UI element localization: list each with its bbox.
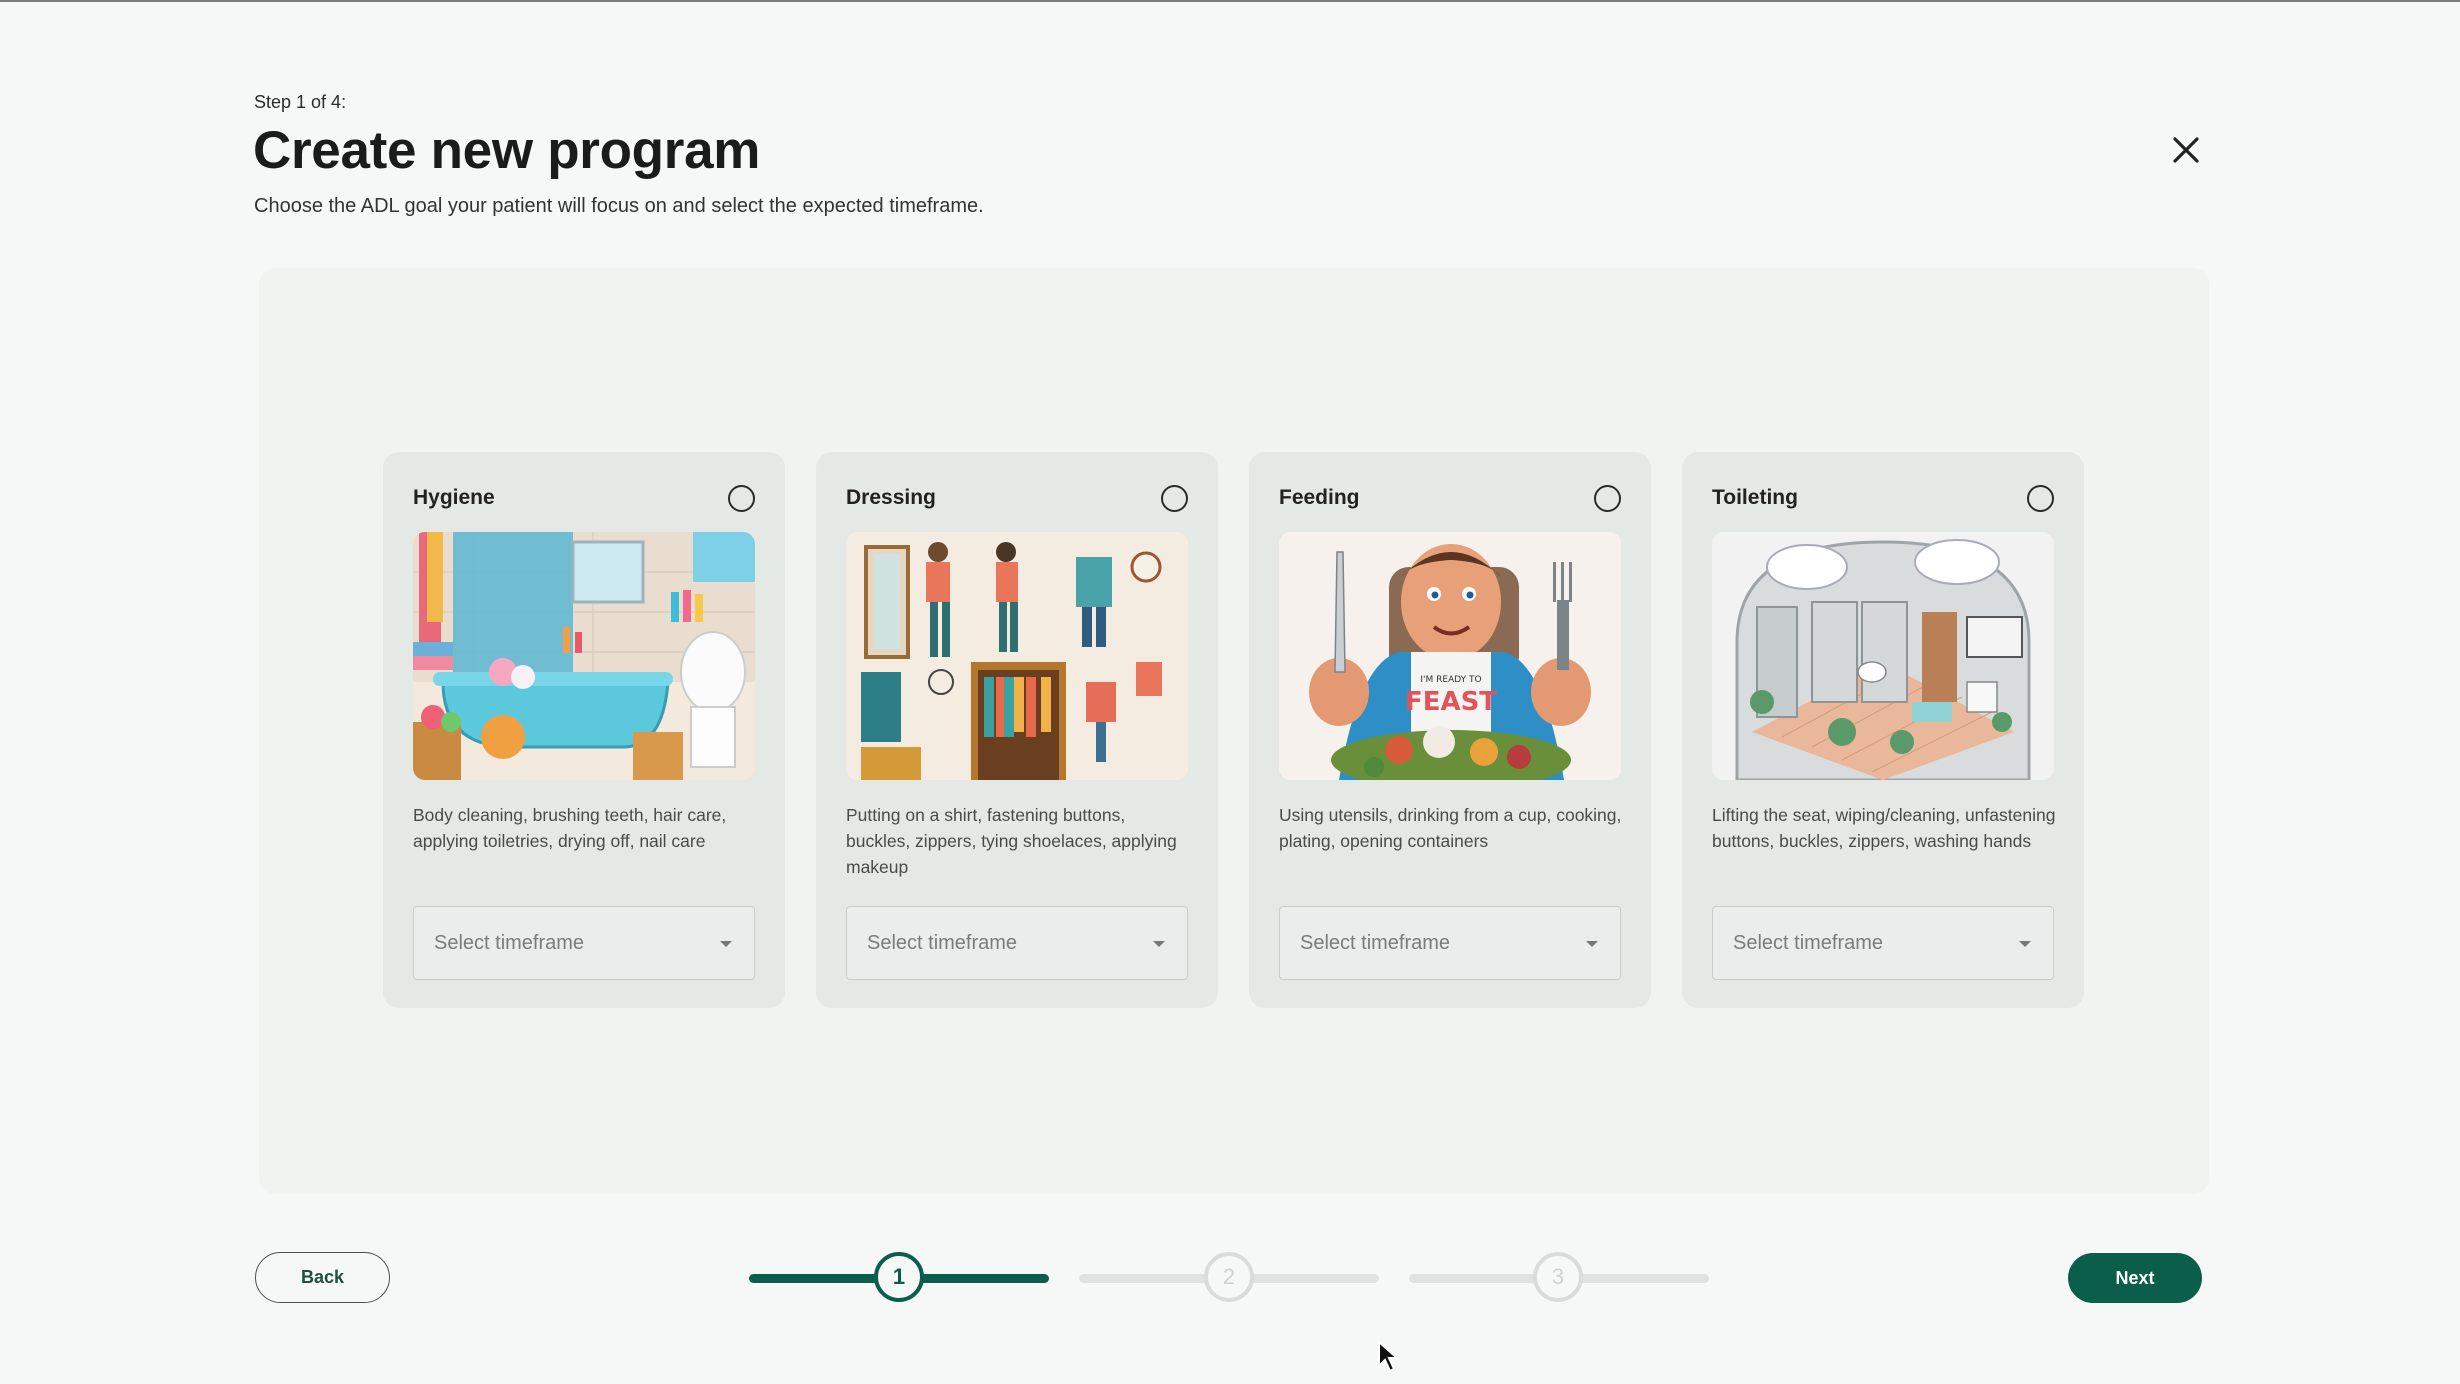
select-placeholder: Select timeframe	[434, 931, 585, 954]
select-placeholder: Select timeframe	[1300, 931, 1451, 954]
timeframe-select-feeding[interactable]: Select timeframe	[1279, 906, 1621, 980]
step-indicator-1: 1	[874, 1252, 924, 1302]
step-indicator-2: 2	[1204, 1252, 1254, 1302]
card-title: Hygiene	[413, 486, 495, 509]
timeframe-select-dressing[interactable]: Select timeframe	[846, 906, 1188, 980]
select-placeholder: Select timeframe	[1733, 931, 1884, 954]
timeframe-select-hygiene[interactable]: Select timeframe	[413, 906, 755, 980]
mouse-cursor-icon	[1378, 1340, 1400, 1373]
svg-text:I'M READY TO: I'M READY TO	[1420, 675, 1481, 685]
card-title: Dressing	[846, 486, 936, 509]
radio-dressing[interactable]	[1161, 485, 1188, 512]
card-title: Feeding	[1279, 486, 1360, 509]
page-subtitle: Choose the ADL goal your patient will fo…	[254, 195, 984, 217]
card-description: Body cleaning, brushing teeth, hair care…	[413, 805, 727, 851]
svg-text:FEAST: FEAST	[1405, 687, 1497, 717]
goal-card-feeding[interactable]: Feeding I'M READY TO FEAST Using utensil…	[1249, 452, 1651, 1008]
back-button[interactable]: Back	[255, 1252, 390, 1303]
goal-card-toileting[interactable]: Toileting Lifting the seat, wiping/clean…	[1682, 452, 2084, 1008]
card-title: Toileting	[1712, 486, 1798, 509]
next-button[interactable]: Next	[2068, 1253, 2202, 1303]
dropdown-arrow-icon	[720, 941, 732, 947]
goal-card-dressing[interactable]: Dressing Putting on a shirt, fastening b…	[816, 452, 1218, 1008]
app-window: Step 1 of 4: Create new program Choose t…	[0, 0, 2460, 1384]
hygiene-illustration	[413, 532, 755, 780]
page-title: Create new program	[253, 121, 761, 180]
select-placeholder: Select timeframe	[867, 931, 1018, 954]
feeding-illustration: I'M READY TO FEAST	[1279, 532, 1621, 780]
timeframe-select-toileting[interactable]: Select timeframe	[1712, 906, 2054, 980]
card-description: Putting on a shirt, fastening buttons, b…	[846, 805, 1177, 877]
radio-toileting[interactable]	[2027, 485, 2054, 512]
step-indicator-3: 3	[1533, 1252, 1583, 1302]
close-icon	[2173, 137, 2199, 163]
step-label: Step 1 of 4:	[254, 92, 347, 112]
dropdown-arrow-icon	[1153, 941, 1165, 947]
card-description: Lifting the seat, wiping/cleaning, unfas…	[1712, 805, 2056, 851]
dropdown-arrow-icon	[2019, 941, 2031, 947]
dropdown-arrow-icon	[1586, 941, 1598, 947]
card-description: Using utensils, drinking from a cup, coo…	[1279, 805, 1622, 851]
radio-hygiene[interactable]	[728, 485, 755, 512]
radio-feeding[interactable]	[1594, 485, 1621, 512]
dressing-illustration	[846, 532, 1188, 780]
toileting-illustration	[1712, 532, 2054, 780]
close-button[interactable]	[2166, 130, 2206, 170]
goal-card-hygiene[interactable]: Hygiene Body cleaning, brushing teeth, h…	[383, 452, 785, 1008]
